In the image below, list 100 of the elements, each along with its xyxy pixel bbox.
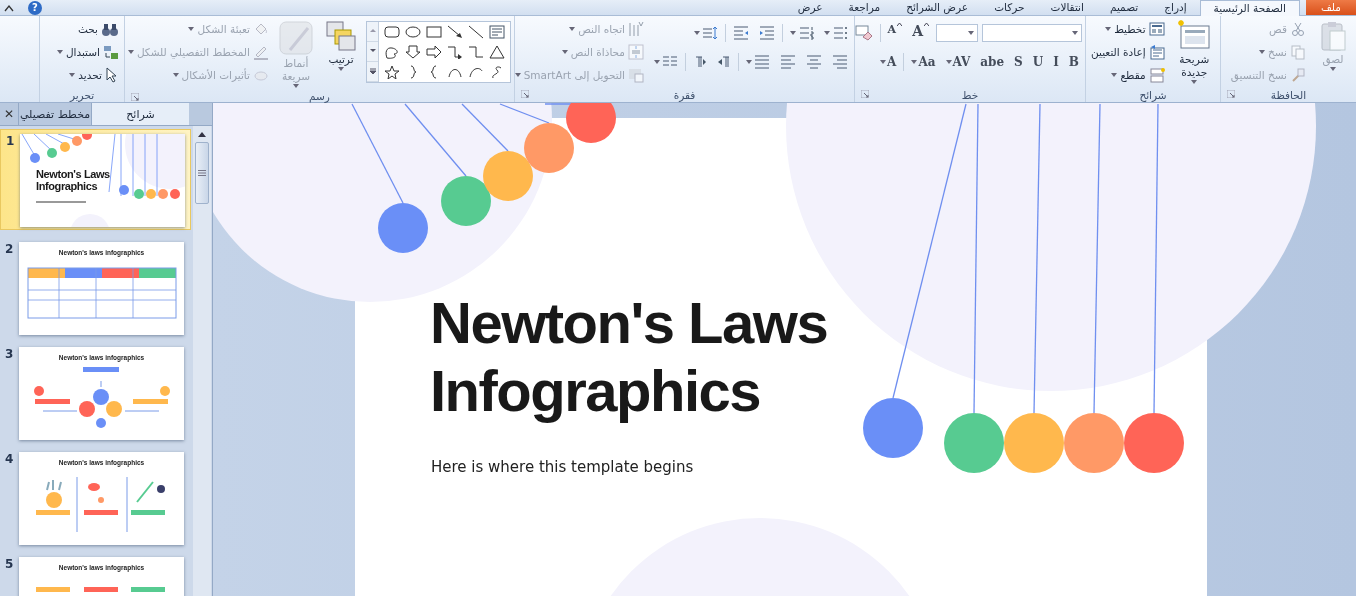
section-icon <box>1148 67 1165 83</box>
caret-icon <box>172 73 179 77</box>
ribbon-button[interactable]: A <box>877 52 900 72</box>
reset-icon <box>1148 44 1165 60</box>
numbered-list-icon <box>798 26 814 40</box>
shape-icon[interactable] <box>384 45 400 59</box>
ribbon-button[interactable]: S <box>1011 52 1026 72</box>
ribbon-tab[interactable]: عرض الشرائح <box>893 0 982 15</box>
replace-icon <box>103 44 119 60</box>
shape-icon[interactable] <box>384 25 400 39</box>
shape-icon[interactable] <box>384 65 400 79</box>
ribbon-button[interactable]: مقطع <box>1089 64 1167 86</box>
ribbon-tab[interactable]: إدراج <box>1151 0 1200 15</box>
group-label: فقرة <box>673 88 696 101</box>
grip-icon <box>198 170 206 176</box>
caret-icon <box>56 50 63 54</box>
overlapping-squares-icon <box>325 20 357 52</box>
ribbon-tab[interactable]: الصفحة الرئيسية <box>1199 0 1300 16</box>
ribbon-tab[interactable]: تصميم <box>1096 0 1152 15</box>
caret-icon <box>338 67 344 71</box>
ribbon-tab[interactable]: ملف <box>1306 0 1356 15</box>
ribbon-button[interactable]: ترتيب <box>321 18 361 73</box>
group-label: تحرير <box>69 88 95 101</box>
ribbon-button[interactable]: B <box>1065 52 1082 72</box>
shape-icon[interactable] <box>447 45 463 59</box>
layout-icon <box>1148 22 1165 36</box>
close-button[interactable]: ✕ <box>0 103 18 125</box>
slide-list-item[interactable]: 1 Newton's Laws Infographics <box>0 129 191 230</box>
ribbon-button[interactable]: I <box>1050 52 1062 72</box>
caret-up-icon <box>924 23 929 26</box>
caret-icon <box>1072 31 1078 35</box>
shape-icon[interactable] <box>405 25 421 39</box>
caret-icon <box>824 31 830 35</box>
binoculars-icon <box>101 21 119 37</box>
justify-icon <box>754 55 770 69</box>
caret-icon <box>694 31 700 35</box>
shape-icon[interactable] <box>426 45 442 59</box>
caret-up-icon <box>897 23 903 26</box>
shape-icon[interactable] <box>447 25 463 39</box>
ribbon-tab[interactable]: انتقالات <box>1037 0 1097 15</box>
caret-icon <box>188 27 195 31</box>
right-to-left-icon <box>717 55 731 69</box>
shape-icon[interactable] <box>468 25 484 39</box>
help-button[interactable]: ? <box>28 0 42 15</box>
shape-icon[interactable] <box>468 65 484 79</box>
align-text-icon <box>628 44 644 60</box>
shape-icon[interactable] <box>405 45 421 59</box>
decrease-indent-icon <box>759 26 775 40</box>
slide-title: Newton's Laws Infographics <box>430 289 829 425</box>
caret-icon <box>1111 73 1118 77</box>
ribbon-button[interactable]: Aa <box>908 52 939 72</box>
caret-up-icon <box>368 28 377 35</box>
clipboard-icon <box>1319 20 1347 52</box>
slide-title: Newton's Laws Infographics <box>36 168 111 192</box>
scrollbar-thumb[interactable] <box>195 142 209 204</box>
shape-icon[interactable] <box>489 45 505 59</box>
ribbon-button[interactable]: شريحة جديدة <box>1171 18 1217 86</box>
ribbon-button[interactable]: تحديد <box>54 64 121 86</box>
group-label: خط <box>961 88 979 101</box>
caret-up-icon <box>198 131 206 137</box>
ribbon-button[interactable]: تخطيط <box>1089 18 1167 40</box>
ribbon-button[interactable]: A <box>909 23 932 43</box>
copy-icon <box>1290 44 1306 60</box>
ribbon-button[interactable]: إعادة التعيين <box>1089 41 1167 63</box>
paint-bucket-icon <box>253 21 269 37</box>
caret-icon <box>746 60 752 64</box>
bullet-list-icon <box>832 26 848 40</box>
ribbon-tab[interactable]: مراجعة <box>835 0 894 15</box>
group-label: رسم <box>309 90 330 102</box>
increase-indent-icon <box>733 26 749 40</box>
more-icon <box>368 68 377 75</box>
caret-icon <box>968 31 974 35</box>
paintbrush-icon <box>1290 67 1306 83</box>
ribbon-button[interactable]: A <box>884 23 906 43</box>
caret-icon <box>790 31 796 35</box>
scissors-icon <box>1290 21 1306 37</box>
ribbon-button[interactable]: بحث <box>54 18 121 40</box>
new-slide-icon <box>1177 20 1212 52</box>
ribbon-button[interactable]: U <box>1029 52 1047 72</box>
dropdown-field[interactable] <box>982 24 1082 42</box>
caret-icon <box>69 73 76 77</box>
left-to-right-icon <box>693 55 707 69</box>
ribbon-button[interactable]: AV <box>942 52 974 72</box>
ribbon-button[interactable]: abe <box>977 52 1008 72</box>
caret-icon <box>945 60 952 64</box>
pencil-icon <box>253 44 269 60</box>
caret-icon <box>1330 67 1336 71</box>
slide-thumbnail[interactable]: Newton's Laws Infographics <box>20 134 185 227</box>
columns-icon <box>662 55 678 69</box>
ribbon-tab[interactable]: عرض <box>784 0 836 15</box>
align-center-icon <box>806 55 822 69</box>
caret-icon <box>293 84 299 88</box>
ribbon-tab[interactable]: حركات <box>981 0 1038 15</box>
caret-icon <box>1258 50 1265 54</box>
caret-icon <box>911 60 918 64</box>
dropdown-field[interactable] <box>936 24 978 42</box>
panel-tab[interactable]: شرائح <box>91 103 189 125</box>
ribbon-button[interactable]: استبدال <box>54 41 121 63</box>
caret-icon <box>1191 80 1198 84</box>
slide-subtitle: Here is where this template begins <box>431 458 694 476</box>
